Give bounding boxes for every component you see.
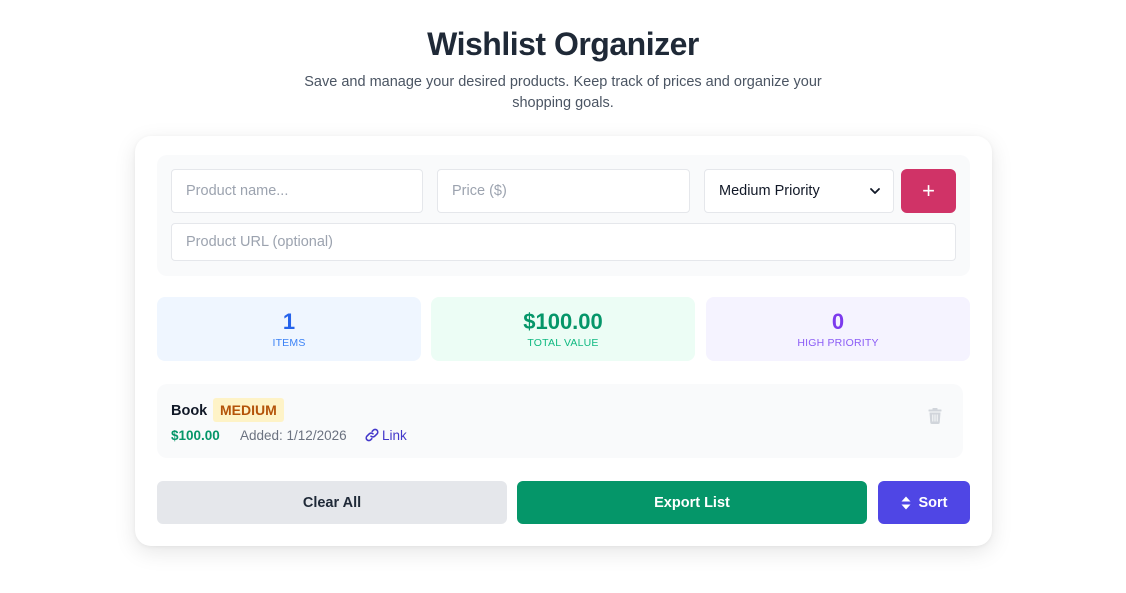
stat-items: 1 Items	[157, 297, 421, 361]
product-name-input[interactable]	[171, 169, 423, 213]
add-item-form: Medium Priority +	[157, 155, 970, 276]
clear-all-button[interactable]: Clear All	[157, 481, 507, 524]
clear-all-label: Clear All	[302, 494, 362, 511]
price-input[interactable]	[437, 169, 690, 213]
item-link[interactable]: Link	[364, 427, 407, 443]
sort-button[interactable]: Sort	[878, 481, 970, 524]
product-url-input[interactable]	[171, 223, 956, 261]
page-title: Wishlist Organizer	[427, 26, 699, 62]
item-added-date: Added: 1/12/2026	[240, 428, 347, 443]
wishlist-card: Medium Priority + 1 Items $100.00 Total …	[135, 136, 992, 546]
stat-high-priority: 0 High Priority	[706, 297, 970, 361]
item-price: $100.00	[171, 428, 220, 443]
export-list-button[interactable]: Export List	[517, 481, 867, 524]
stat-high-priority-value: 0	[831, 309, 845, 334]
priority-select[interactable]: Medium Priority	[704, 169, 894, 213]
sort-icon	[901, 496, 910, 509]
add-item-button[interactable]: +	[901, 169, 956, 213]
list-item: Book Medium $100.00 Added: 1/12/2026 Lin…	[157, 384, 963, 458]
stat-high-priority-label: High Priority	[797, 337, 879, 349]
stat-total-value-amount: $100.00	[523, 309, 603, 334]
stat-items-label: Items	[272, 337, 306, 349]
page-header: Wishlist Organizer Save and manage your …	[0, 24, 1126, 114]
item-name: Book	[171, 403, 208, 419]
trash-icon[interactable]	[928, 408, 942, 424]
stat-total-value: $100.00 Total Value	[431, 297, 695, 361]
priority-select-value: Medium Priority	[719, 183, 820, 199]
link-icon	[365, 428, 379, 442]
page-subtitle: Save and manage your desired products. K…	[304, 74, 822, 111]
stat-total-value-label: Total Value	[527, 337, 599, 349]
chevron-down-icon	[870, 188, 880, 194]
export-list-label: Export List	[654, 494, 730, 511]
item-link-label: Link	[382, 427, 407, 443]
priority-badge: Medium	[213, 398, 284, 422]
stat-items-value: 1	[282, 309, 296, 334]
sort-label: Sort	[918, 494, 948, 511]
